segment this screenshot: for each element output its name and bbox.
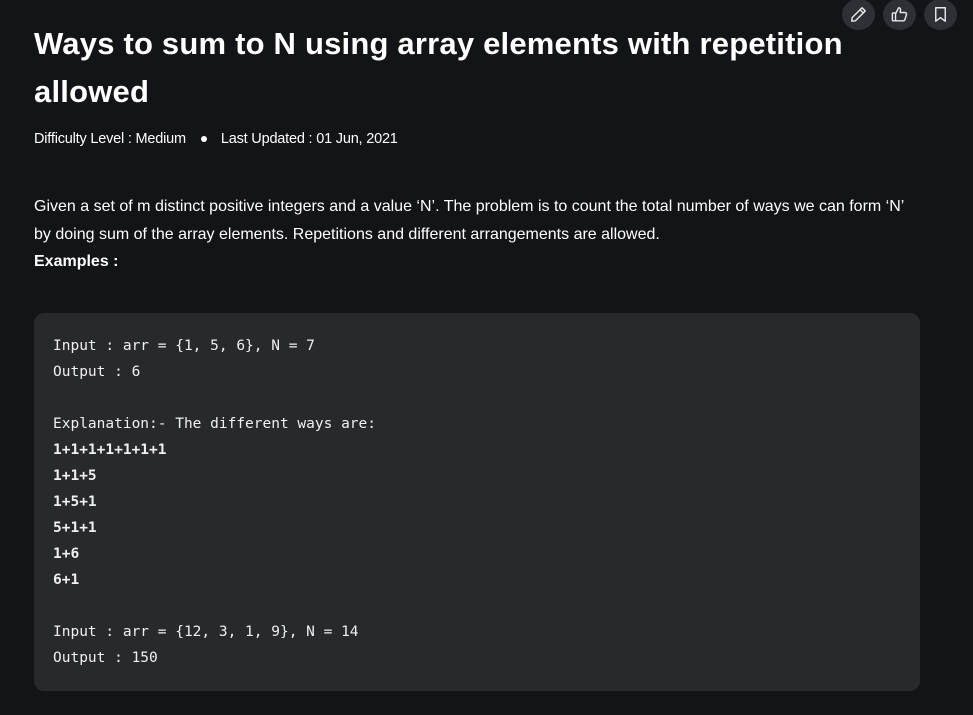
code-line: Output : 150 — [53, 650, 158, 666]
bookmark-icon — [935, 7, 946, 22]
code-line: 1+1+5 — [53, 468, 97, 484]
code-line: 1+5+1 — [53, 494, 97, 510]
bookmark-button[interactable] — [924, 0, 957, 30]
code-line: Input : arr = {1, 5, 6}, N = 7 — [53, 338, 315, 354]
code-line: 1+6 — [53, 546, 80, 562]
code-line: Output : 6 — [53, 364, 141, 380]
code-line: Input : arr = {12, 3, 1, 9}, N = 14 — [53, 624, 359, 640]
examples-heading: Examples : — [34, 253, 119, 270]
code-line: Explanation:- The different ways are: — [53, 416, 377, 432]
code-line: 6+1 — [53, 572, 80, 588]
code-line: 1+1+1+1+1+1+1 — [53, 442, 167, 458]
problem-description: Given a set of m distinct positive integ… — [34, 198, 904, 243]
code-line: 5+1+1 — [53, 520, 97, 536]
difficulty-level: Difficulty Level : Medium — [34, 131, 186, 147]
separator-dot — [200, 136, 207, 142]
code-example-block: Input : arr = {1, 5, 6}, N = 7 Output : … — [34, 313, 920, 691]
last-updated: Last Updated : 01 Jun, 2021 — [220, 131, 398, 147]
article-meta: Difficulty Level : Medium Last Updated :… — [34, 131, 398, 147]
like-button[interactable] — [883, 0, 916, 30]
article-title: Ways to sum to N using array elements wi… — [34, 26, 843, 109]
article-page: Ways to sum to N using array elements wi… — [0, 0, 973, 715]
article-action-bar — [842, 0, 957, 30]
thumbs-up-icon — [891, 7, 908, 22]
